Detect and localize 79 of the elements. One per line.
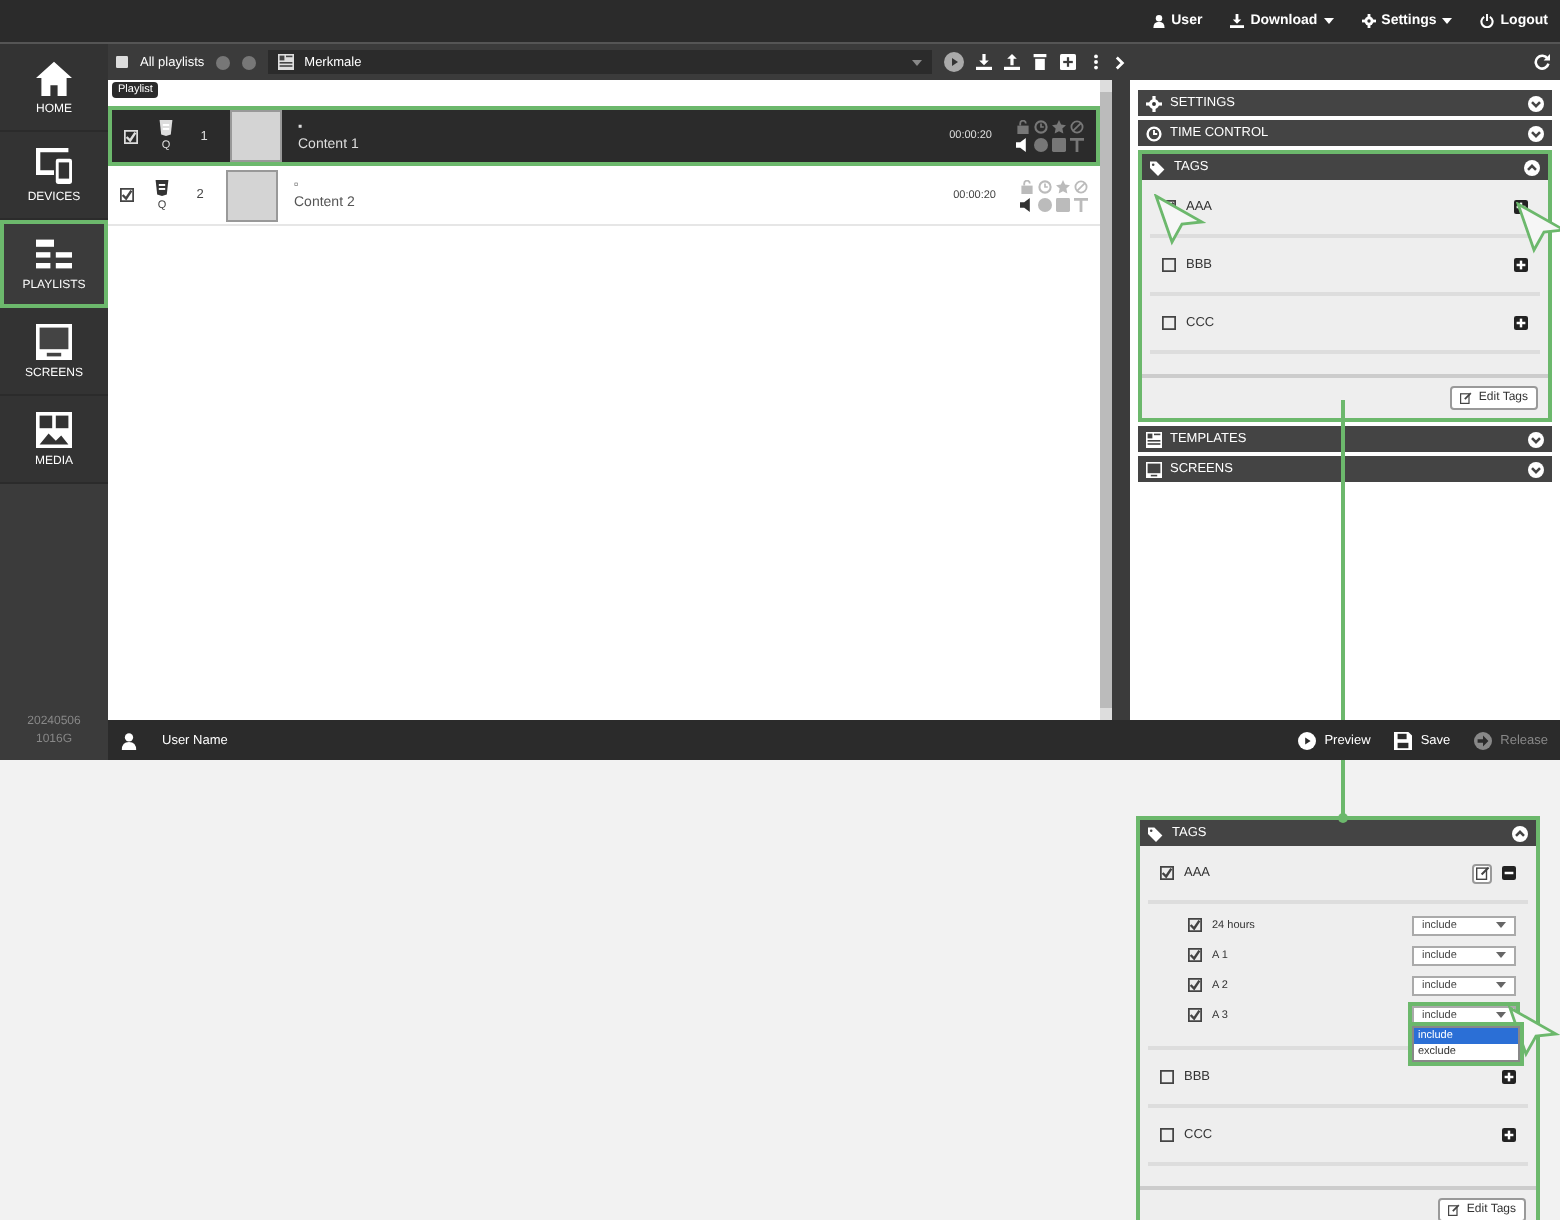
plus-icon[interactable]	[1502, 1070, 1516, 1084]
checkbox[interactable]	[1188, 918, 1202, 932]
caret-icon	[1496, 982, 1506, 988]
house-icon	[36, 59, 72, 95]
screen-icon	[1146, 461, 1162, 477]
chevron-icon[interactable]	[1528, 95, 1544, 111]
block-icon	[1070, 120, 1084, 134]
list-icon	[36, 236, 72, 272]
square-icon	[1056, 197, 1070, 211]
speaker-icon	[1016, 138, 1030, 152]
square-icon	[1052, 138, 1066, 152]
download-icon	[1230, 14, 1245, 28]
checkbox[interactable]	[1188, 1008, 1202, 1022]
play-icon	[1298, 731, 1317, 749]
clock-icon	[1034, 120, 1048, 134]
checkbox[interactable]	[1160, 866, 1174, 880]
checkbox[interactable]	[1188, 978, 1202, 992]
scrollbar[interactable]	[1100, 92, 1112, 708]
template-icon	[1146, 431, 1162, 447]
monitor-phone-icon	[36, 147, 72, 183]
power-icon	[1480, 14, 1495, 28]
settings-icon	[1146, 95, 1162, 111]
plus-icon[interactable]	[1514, 316, 1528, 330]
upload-icon	[1004, 54, 1020, 70]
tag-icon	[1148, 825, 1164, 841]
play-icon	[944, 52, 964, 72]
star-icon	[1052, 120, 1066, 134]
circle-icon	[1034, 138, 1048, 152]
block-icon	[1074, 179, 1088, 193]
lock-icon	[1020, 179, 1034, 193]
thumbnail-placeholder	[226, 169, 278, 221]
tag-icon	[1150, 159, 1166, 175]
download-icon	[976, 54, 992, 70]
caret-icon	[1496, 952, 1506, 958]
caret-icon	[912, 59, 922, 65]
trash-icon	[1032, 54, 1048, 70]
chevron-icon[interactable]	[1524, 159, 1540, 175]
star-icon	[1056, 179, 1070, 193]
html-icon	[154, 179, 170, 195]
plus-icon[interactable]	[1502, 1128, 1516, 1142]
checkbox[interactable]	[1162, 316, 1176, 330]
filter-icon	[1070, 138, 1084, 152]
checkbox[interactable]	[1160, 1070, 1174, 1084]
circle-icon	[1038, 197, 1052, 211]
html-icon	[158, 120, 174, 136]
caret-icon	[1496, 922, 1506, 928]
clock-icon	[1038, 179, 1052, 193]
thumbnail-placeholder	[230, 110, 282, 162]
checkbox[interactable]	[1160, 1128, 1174, 1142]
floppy-icon	[1394, 731, 1413, 749]
edit-button[interactable]	[1472, 863, 1492, 883]
lock-icon	[1016, 120, 1030, 134]
plus-square-icon	[1060, 54, 1076, 70]
settings-icon	[1361, 14, 1376, 28]
checkbox[interactable]	[120, 188, 134, 202]
checkbox[interactable]	[1188, 948, 1202, 962]
checkbox-square-icon	[116, 56, 128, 68]
edit-icon	[1460, 392, 1473, 404]
clock-icon	[1146, 125, 1162, 141]
checkbox[interactable]	[1162, 258, 1176, 272]
chevron-icon[interactable]	[1528, 461, 1544, 477]
screen-icon	[36, 323, 72, 359]
speaker-icon	[1020, 197, 1034, 211]
chevron-icon[interactable]	[1528, 431, 1544, 447]
template-icon	[278, 54, 295, 70]
edit-icon	[1448, 1204, 1461, 1216]
chevron-icon[interactable]	[1512, 825, 1528, 841]
user-icon	[120, 731, 138, 749]
chevron-icon[interactable]	[1528, 125, 1544, 141]
refresh-icon	[1534, 54, 1550, 70]
minus-icon[interactable]	[1502, 866, 1516, 880]
media-icon	[36, 411, 72, 447]
more-icon	[1088, 54, 1104, 70]
edit-icon	[1475, 866, 1489, 880]
plus-icon[interactable]	[1514, 258, 1528, 272]
chevron-right-icon	[1114, 56, 1128, 70]
user-icon	[1151, 14, 1166, 28]
filter-icon	[1074, 197, 1088, 211]
caret-icon	[1496, 1012, 1506, 1018]
